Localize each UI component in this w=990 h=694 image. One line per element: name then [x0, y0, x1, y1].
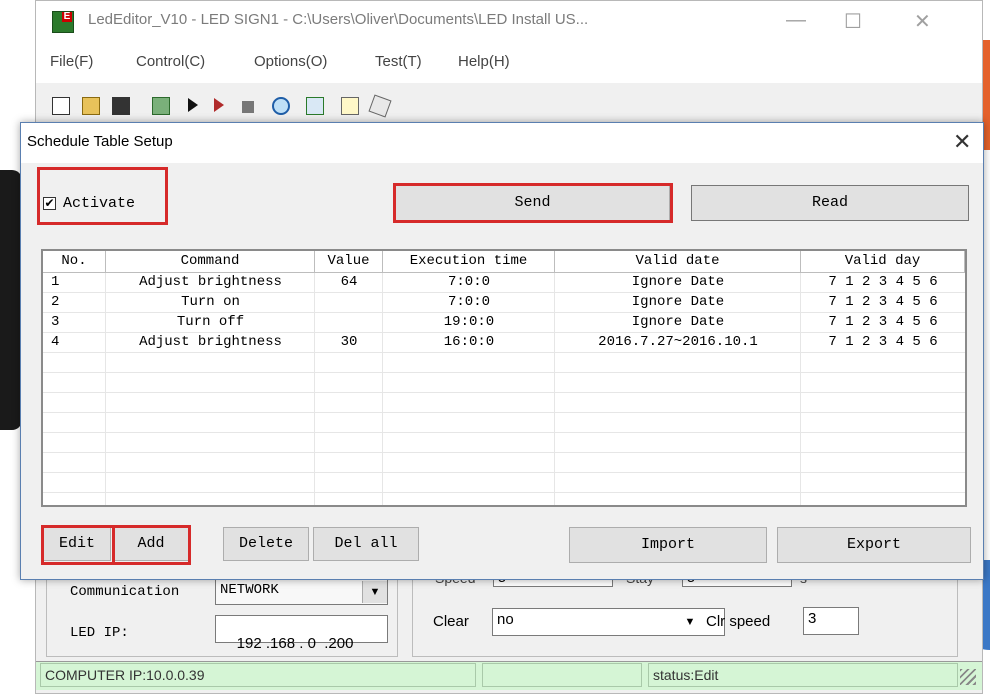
communication-label: Communication — [70, 584, 180, 600]
new-file-icon[interactable] — [52, 97, 70, 115]
cell-no: 2 — [51, 294, 60, 310]
edit-add-highlight — [41, 525, 191, 565]
empty-row — [43, 373, 965, 393]
minimize-icon[interactable]: — — [786, 9, 806, 32]
empty-row — [43, 393, 965, 413]
empty-row — [43, 433, 965, 453]
empty-row — [43, 453, 965, 473]
chevron-down-icon[interactable]: ▼ — [362, 581, 387, 603]
clear-label: Clear — [433, 613, 469, 630]
cell-value — [315, 293, 383, 313]
dialog-title: Schedule Table Setup — [27, 133, 173, 150]
table-row[interactable]: 3 Turn off 19:0:0 Ignore Date 7 1 2 3 4 … — [43, 313, 965, 333]
table-row[interactable]: 2 Turn on 7:0:0 Ignore Date 7 1 2 3 4 5 … — [43, 293, 965, 313]
cell-value — [315, 313, 383, 333]
menu-control[interactable]: Control(C) — [136, 53, 205, 70]
stop-icon[interactable] — [242, 101, 254, 113]
schedule-table: No. Command Value Execution time Valid d… — [41, 249, 967, 507]
clr-speed-value: 3 — [808, 610, 817, 627]
column-header-valid-day[interactable]: Valid day — [801, 251, 965, 273]
export-button[interactable]: Export — [777, 527, 971, 563]
play-icon[interactable] — [188, 98, 198, 112]
cell-command: Turn on — [181, 294, 240, 310]
delete-label: Delete — [238, 535, 293, 552]
chevron-down-icon[interactable]: ▼ — [679, 611, 701, 633]
cell-day: 7 1 2 3 4 5 6 — [828, 334, 938, 350]
edit-add-divider — [112, 527, 115, 563]
export-label: Export — [846, 536, 901, 553]
column-header-value[interactable]: Value — [315, 251, 383, 273]
cell-no: 4 — [51, 334, 60, 350]
column-header-command[interactable]: Command — [106, 251, 315, 273]
cell-time: 7:0:0 — [447, 294, 490, 310]
export-icon[interactable] — [306, 97, 324, 115]
del-all-button[interactable]: Del all — [313, 527, 419, 561]
read-label: Read — [811, 194, 848, 211]
cell-time: 19:0:0 — [443, 314, 495, 330]
table-row[interactable]: 1 Adjust brightness 64 7:0:0 Ignore Date… — [43, 273, 965, 293]
clr-speed-label: Clr speed — [706, 613, 771, 630]
delete-button[interactable]: Delete — [223, 527, 309, 561]
cell-day: 7 1 2 3 4 5 6 — [828, 314, 938, 330]
status-computer-ip: COMPUTER IP:10.0.0.39 — [40, 663, 476, 687]
open-folder-icon[interactable] — [82, 97, 100, 115]
led-ip-input[interactable]: 192 .168 . 0 .200 — [215, 615, 388, 652]
cell-date: 2016.7.27~2016.10.1 — [598, 334, 758, 350]
resize-grip-icon[interactable] — [960, 669, 976, 685]
activate-checkbox[interactable]: ✔ — [43, 197, 56, 210]
cell-day: 7 1 2 3 4 5 6 — [828, 294, 938, 310]
window-title: LedEditor_V10 - LED SIGN1 - C:\Users\Oli… — [88, 11, 589, 28]
cell-no: 1 — [51, 274, 60, 290]
import-button[interactable]: Import — [569, 527, 767, 563]
empty-row — [43, 353, 965, 373]
menu-help[interactable]: Help(H) — [458, 53, 510, 70]
menu-options[interactable]: Options(O) — [254, 53, 327, 70]
clear-value: no — [497, 611, 514, 628]
maximize-icon[interactable]: ☐ — [844, 9, 862, 34]
cell-date: Ignore Date — [631, 294, 725, 310]
save-icon[interactable] — [112, 97, 130, 115]
column-header-no[interactable]: No. — [43, 251, 106, 273]
help-icon[interactable] — [341, 97, 359, 115]
cell-time: 16:0:0 — [443, 334, 495, 350]
read-button[interactable]: Read — [691, 185, 969, 221]
cell-day: 7 1 2 3 4 5 6 — [828, 274, 938, 290]
cell-value: 64 — [340, 274, 358, 290]
step-icon[interactable] — [214, 98, 224, 112]
cell-command: Turn off — [176, 314, 245, 330]
status-mode: status:Edit — [648, 663, 958, 687]
clr-speed-input[interactable]: 3 — [803, 607, 859, 635]
empty-row — [43, 473, 965, 493]
cell-date: Ignore Date — [631, 314, 725, 330]
status-empty-cell — [482, 663, 642, 687]
column-header-execution-time[interactable]: Execution time — [383, 251, 555, 273]
cell-date: Ignore Date — [631, 274, 725, 290]
table-row[interactable]: 4 Adjust brightness 30 16:0:0 2016.7.27~… — [43, 333, 965, 353]
desktop-decoration — [0, 170, 22, 430]
close-icon[interactable]: ✕ — [914, 9, 931, 34]
send-highlight — [393, 183, 673, 223]
cell-command: Adjust brightness — [139, 274, 282, 290]
cell-value: 30 — [340, 334, 358, 350]
menu-file[interactable]: File(F) — [50, 53, 93, 70]
cell-time: 7:0:0 — [447, 274, 490, 290]
del-all-label: Del all — [334, 535, 398, 552]
menu-test[interactable]: Test(T) — [375, 53, 422, 70]
led-ip-value: 192 .168 . 0 .200 — [236, 635, 354, 652]
schedule-table-dialog: Schedule Table Setup ✕ ✔ Activate Send R… — [20, 122, 984, 580]
activate-label[interactable]: Activate — [63, 195, 135, 212]
dialog-close-icon[interactable]: ✕ — [953, 129, 971, 155]
led-ip-label: LED IP: — [70, 625, 129, 641]
import-label: Import — [640, 536, 695, 553]
cell-command: Adjust brightness — [139, 334, 282, 350]
cell-no: 3 — [51, 314, 60, 330]
toolbar — [36, 83, 982, 123]
zoom-icon[interactable] — [272, 97, 290, 115]
grid-icon[interactable] — [152, 97, 170, 115]
communication-value: NETWORK — [220, 582, 279, 598]
app-icon — [52, 11, 74, 33]
empty-row — [43, 413, 965, 433]
column-header-valid-date[interactable]: Valid date — [555, 251, 801, 273]
